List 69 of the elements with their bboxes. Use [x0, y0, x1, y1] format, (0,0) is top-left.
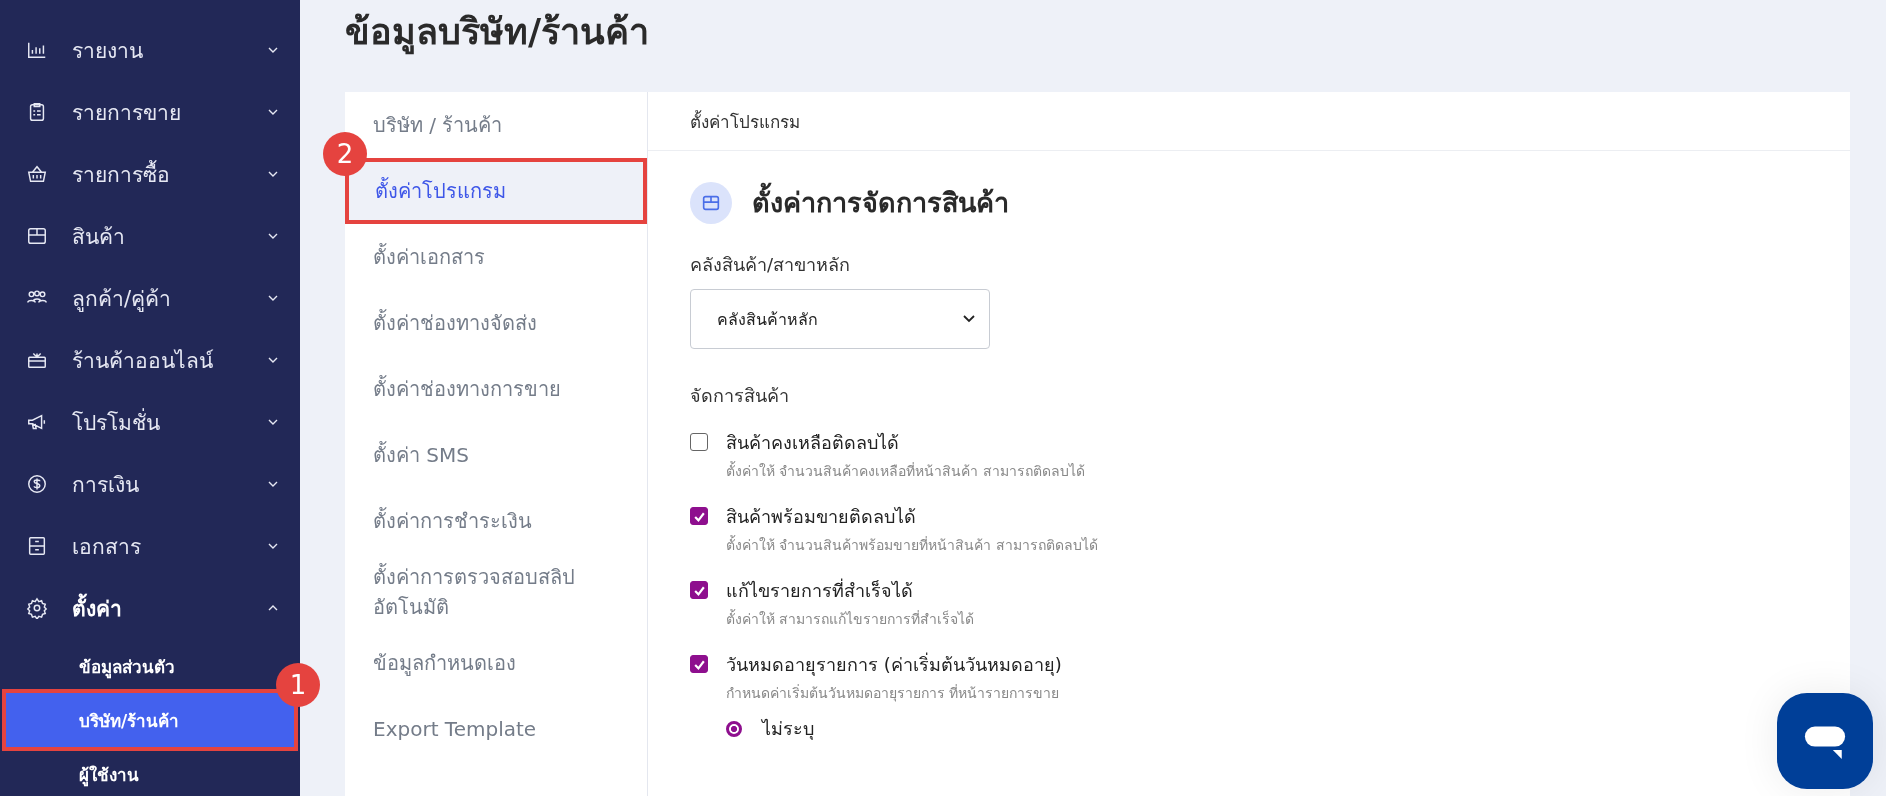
sidebar-label: รายงาน: [72, 37, 144, 65]
sidebar-label: ตั้งค่า: [72, 591, 268, 625]
sidebar-item[interactable]: การเงิน: [0, 453, 300, 515]
box-icon: [26, 225, 48, 247]
field-label: คลังสินค้า/สาขาหลัก: [690, 253, 852, 277]
chevron-down-icon: [268, 109, 278, 115]
chevron-down-icon: [268, 543, 278, 549]
section-title: ตั้งค่าการจัดการสินค้า: [752, 181, 1009, 224]
sidebar-label: เอกสาร: [72, 533, 142, 561]
sidebar-item[interactable]: ตั้งค่า: [0, 577, 300, 639]
box-icon: [690, 181, 732, 224]
option-description: กำหนดค่าเริ่มต้นวันหมดอายุรายการ ที่หน้ารายการขาย: [726, 683, 1061, 704]
settings-nav-item[interactable]: ตั้งค่าช่องทางการขาย: [345, 356, 647, 422]
option-label: สินค้าคงเหลือติดลบได้: [726, 431, 900, 455]
chat-button[interactable]: [1777, 693, 1873, 789]
panel-header: ตั้งค่าโปรแกรม: [648, 92, 1850, 151]
settings-nav-item[interactable]: Export Template: [345, 696, 647, 762]
settings-nav-item[interactable]: ตั้งค่าเอกสาร: [345, 224, 647, 290]
sidebar-subitem[interactable]: ผู้ใช้งาน: [79, 747, 139, 796]
sidebar-label: ร้านค้าออนไลน์: [72, 347, 214, 375]
chevron-down-icon: [268, 357, 278, 363]
option-label: แก้ไขรายการที่สำเร็จได้: [726, 577, 914, 603]
option-label: วันหมดอายุรายการ (ค่าเริ่มต้นวันหมดอายุ): [726, 651, 1062, 678]
chevron-down-icon: [963, 315, 975, 323]
option-label: สินค้าพร้อมขายติดลบได้: [726, 505, 917, 529]
chevron-down-icon: [268, 47, 278, 53]
option-description: ตั้งค่าให้ สามารถแก้ไขรายการที่สำเร็จได้: [726, 608, 975, 629]
option-description: ตั้งค่าให้ จำนวนสินค้าพร้อมขายที่หน้าสินค้า สามารถติดลบได้: [726, 534, 1098, 555]
checkbox[interactable]: [690, 581, 708, 599]
settings-nav-item[interactable]: ตั้งค่าช่องทางจัดส่ง: [345, 290, 647, 356]
sidebar-subitem[interactable]: ข้อมูลส่วนตัว: [79, 639, 175, 693]
cabinet-icon: [26, 535, 48, 557]
sidebar-label: การเงิน: [72, 471, 140, 499]
settings-nav-item[interactable]: ข้อมูลกำหนดเอง: [345, 630, 647, 696]
sidebar-item[interactable]: สินค้า: [0, 205, 300, 267]
page-title: ข้อมูลบริษัท/ร้านค้า: [345, 0, 1850, 92]
sidebar-item[interactable]: รายการขาย: [0, 81, 300, 143]
chevron-down-icon: [268, 295, 278, 301]
checkbox[interactable]: [690, 433, 708, 451]
warehouse-select[interactable]: คลังสินค้าหลัก: [690, 289, 990, 349]
sidebar-item[interactable]: โปรโมชั่น: [0, 391, 300, 453]
group-label: จัดการสินค้า: [690, 384, 790, 408]
checkbox[interactable]: [690, 655, 708, 673]
chevron-down-icon: [268, 419, 278, 425]
radio-label: ไม่ระบุ: [762, 717, 814, 742]
chevron-down-icon: [268, 171, 278, 177]
sidebar-item[interactable]: รายการซื้อ: [0, 143, 300, 205]
sidebar-item[interactable]: ลูกค้า/คู่ค้า: [0, 267, 300, 329]
sidebar-label: ลูกค้า/คู่ค้า: [72, 285, 173, 314]
sidebar-label: รายการซื้อ: [72, 159, 171, 189]
settings-nav-item[interactable]: ตั้งค่า SMS: [345, 422, 647, 488]
option-description: ตั้งค่าให้ จำนวนสินค้าคงเหลือที่หน้าสินค้า สามารถติดลบได้: [726, 460, 1085, 481]
sidebar-item[interactable]: รายงาน: [0, 19, 300, 81]
gear-icon: [26, 597, 48, 619]
step-badge: 2: [323, 132, 367, 176]
chevron-down-icon: [268, 233, 278, 239]
sidebar-item[interactable]: เอกสาร: [0, 515, 300, 577]
sidebar-item[interactable]: ร้านค้าออนไลน์: [0, 329, 300, 391]
dollar-icon: [26, 473, 48, 495]
basket-icon: [26, 163, 48, 185]
sidebar-label: โปรโมชั่น: [72, 407, 161, 437]
settings-nav-item[interactable]: ตั้งค่าการตรวจสอบสลิปอัตโนมัติ: [345, 554, 647, 630]
chevron-up-icon: [268, 605, 278, 611]
radio-button[interactable]: [726, 720, 742, 737]
chevron-down-icon: [268, 481, 278, 487]
sidebar-label: รายการขาย: [72, 99, 182, 127]
sidebar-label: สินค้า: [72, 223, 126, 251]
settings-nav-item[interactable]: ตั้งค่าการชำระเงิน: [345, 488, 647, 554]
checkbox[interactable]: [690, 507, 708, 525]
